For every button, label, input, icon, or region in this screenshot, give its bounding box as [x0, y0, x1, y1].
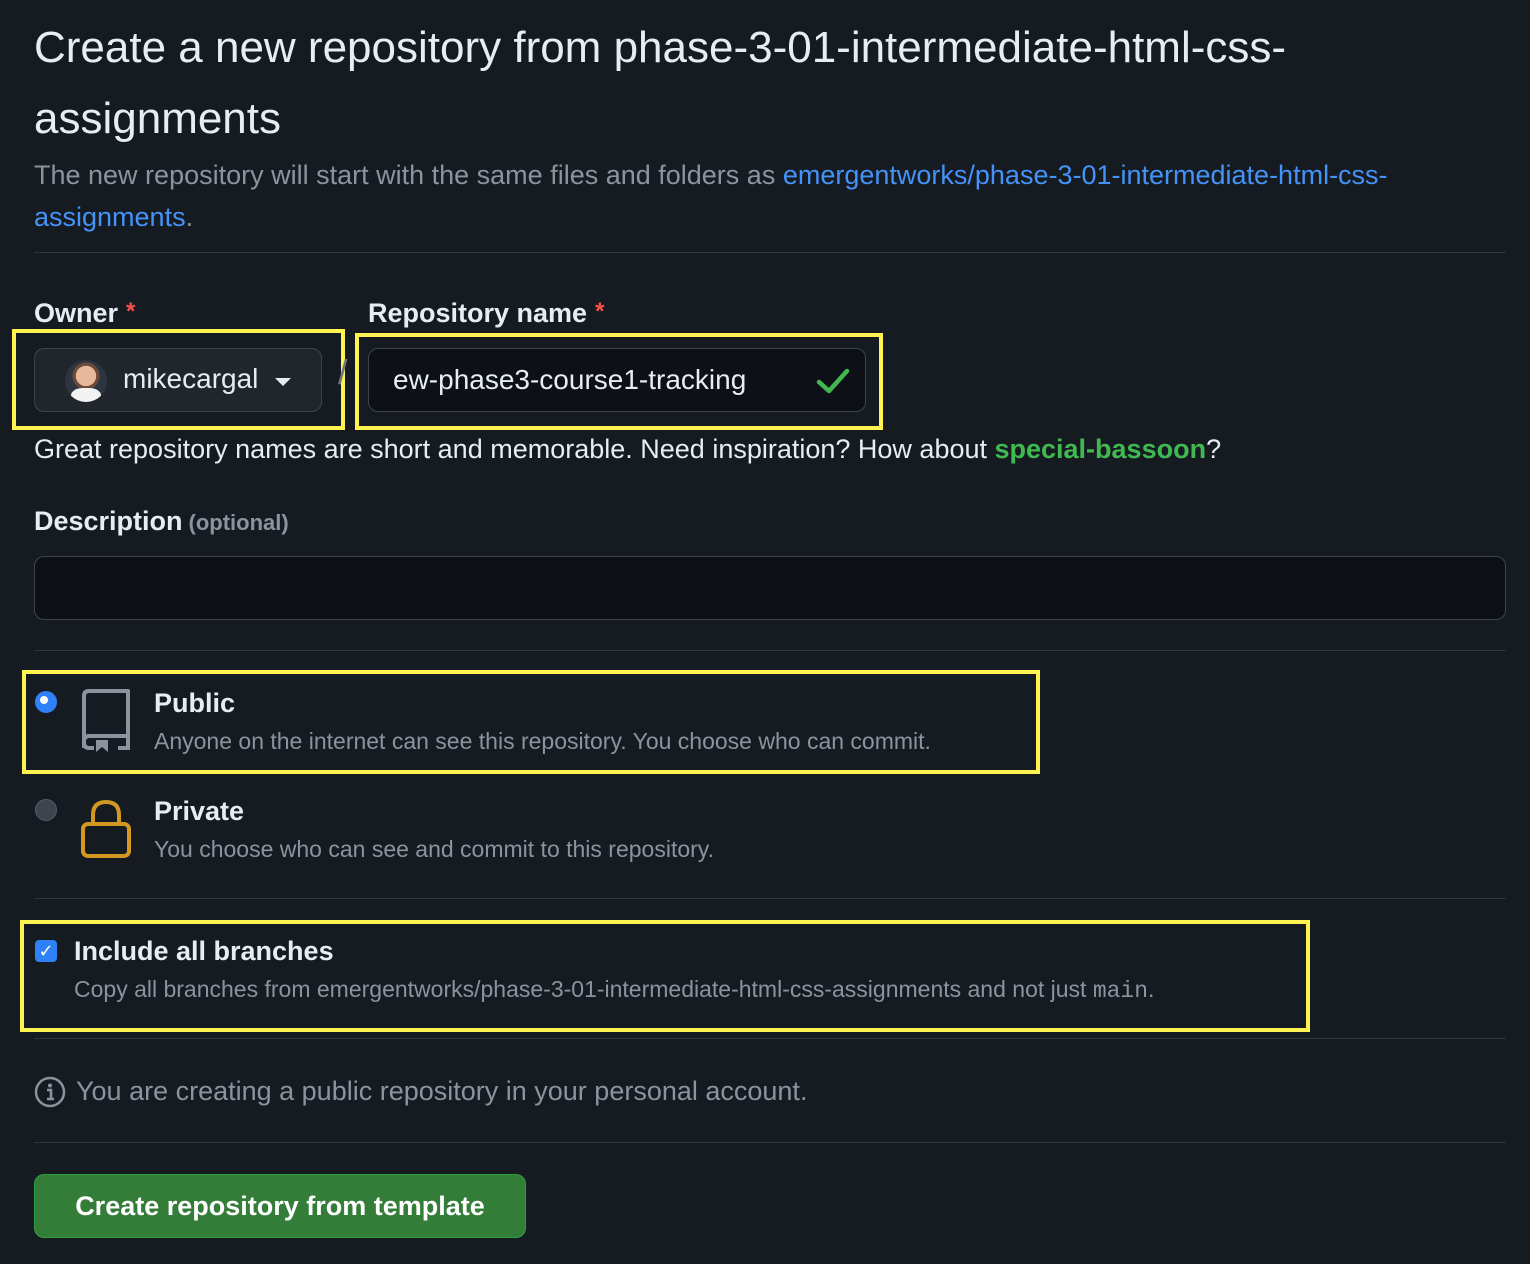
- divider: [34, 252, 1506, 253]
- lock-icon: [81, 799, 131, 858]
- branch-name: main: [1092, 978, 1149, 1004]
- public-title: Public: [154, 688, 236, 718]
- page-subtitle: The new repository will start with the s…: [34, 154, 1474, 238]
- private-radio[interactable]: [35, 799, 57, 821]
- description-input[interactable]: [34, 556, 1506, 620]
- create-repository-button[interactable]: Create repository from template: [34, 1174, 526, 1238]
- divider: [34, 1142, 1506, 1143]
- repo-name-helper: Great repository names are short and mem…: [34, 434, 1222, 464]
- include-branches-checkbox[interactable]: ✓: [35, 940, 57, 962]
- required-mark: *: [595, 298, 605, 325]
- include-branches-desc: Copy all branches from emergentworks/pha…: [74, 976, 1155, 1004]
- owner-dropdown[interactable]: mikecargal: [34, 348, 322, 412]
- divider: [34, 1038, 1506, 1039]
- owner-repo-separator: /: [338, 354, 348, 392]
- info-text: You are creating a public repository in …: [76, 1076, 808, 1106]
- chevron-down-icon: [275, 378, 291, 386]
- repo-icon: [82, 689, 130, 752]
- subtitle-prefix: The new repository will start with the s…: [34, 160, 783, 190]
- public-radio[interactable]: [35, 691, 57, 713]
- check-icon: [816, 368, 850, 394]
- divider: [34, 898, 1506, 899]
- avatar: [65, 360, 107, 402]
- info-icon: [34, 1076, 66, 1108]
- required-mark: *: [126, 298, 136, 325]
- divider: [34, 650, 1506, 651]
- optional-tag: (optional): [188, 510, 289, 535]
- repo-name-label: Repository name *: [368, 298, 605, 328]
- name-suggestion[interactable]: special-bassoon: [995, 434, 1207, 464]
- public-desc: Anyone on the internet can see this repo…: [154, 728, 931, 754]
- private-title: Private: [154, 796, 245, 826]
- repo-name-input[interactable]: [368, 348, 866, 412]
- description-label: Description (optional): [34, 506, 289, 536]
- owner-name: mikecargal: [123, 363, 259, 394]
- page: Create a new repository from phase-3-01-…: [0, 0, 1530, 1264]
- public-highlight: [22, 670, 1040, 774]
- page-title: Create a new repository from phase-3-01-…: [34, 23, 1287, 143]
- include-branches-title: Include all branches: [74, 936, 334, 966]
- owner-label: Owner *: [34, 298, 136, 328]
- subtitle-suffix: .: [185, 202, 194, 232]
- private-desc: You choose who can see and commit to thi…: [154, 836, 714, 862]
